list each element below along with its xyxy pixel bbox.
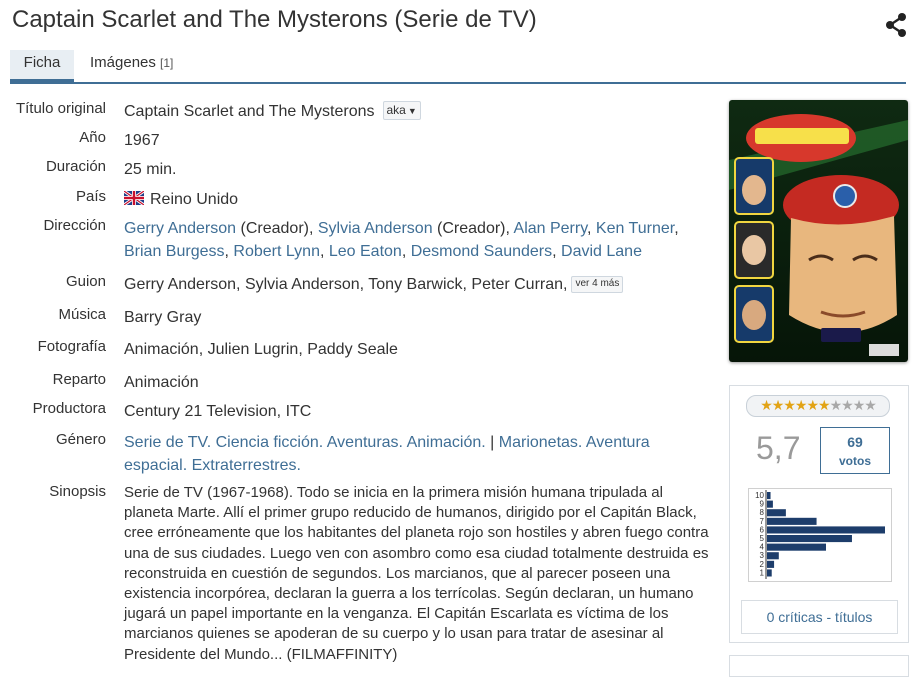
label-original-title: Título original xyxy=(15,100,106,117)
director-link[interactable]: Ken Turner xyxy=(596,220,674,237)
label-cast: Reparto xyxy=(52,371,106,388)
star-icon: ★ xyxy=(818,397,831,413)
rating-panel: ★★★★★★★★★★ 5,7 69 votos 10 9 8 7 6 5 4 3 2 1 0 cr… xyxy=(729,385,909,643)
label-genre: Género xyxy=(55,431,106,448)
label-direction: Dirección xyxy=(43,217,106,234)
poster-artwork xyxy=(729,100,908,362)
value-music: Barry Gray xyxy=(124,309,202,326)
genre-link[interactable]: Serie de TV. xyxy=(124,434,211,451)
share-icon[interactable] xyxy=(884,12,908,38)
value-year: 1967 xyxy=(124,132,160,149)
genre-link[interactable]: Animación. xyxy=(407,434,486,451)
value-direction: Gerry Anderson (Creador), Sylvia Anderso… xyxy=(124,217,714,263)
director-link[interactable]: Alan Perry xyxy=(514,220,588,237)
director-link[interactable]: Gerry Anderson xyxy=(124,220,236,237)
value-duration: 25 min. xyxy=(124,161,177,178)
value-synopsis: Serie de TV (1967-1968). Todo se inicia … xyxy=(124,484,709,663)
value-country: Reino Unido xyxy=(124,188,714,211)
tab-bar: Ficha Imágenes [1] xyxy=(10,50,906,84)
rating-histogram: 10987654321 xyxy=(748,488,892,582)
label-photography: Fotografía xyxy=(37,338,106,355)
label-duration: Duración xyxy=(45,158,106,175)
director-note: , xyxy=(674,220,679,237)
country-name: Reino Unido xyxy=(150,191,239,208)
director-link[interactable]: Sylvia Anderson xyxy=(318,220,433,237)
histogram-bar xyxy=(767,560,775,568)
value-producer: Century 21 Television, ITC xyxy=(124,403,312,420)
star-icon: ★ xyxy=(829,397,843,413)
label-synopsis: Sinopsis xyxy=(49,483,106,500)
genre-link[interactable]: Extraterrestres. xyxy=(192,457,301,474)
director-note: , xyxy=(319,243,329,260)
more-writers-button[interactable]: ver 4 más xyxy=(571,276,624,293)
histogram-bar xyxy=(767,535,852,543)
director-link[interactable]: Desmond Saunders xyxy=(411,243,552,260)
director-link[interactable]: Leo Eaton xyxy=(329,243,402,260)
histogram-bar xyxy=(767,492,771,500)
director-note: , xyxy=(587,220,596,237)
histogram-bar xyxy=(767,500,773,508)
star-icon: ★ xyxy=(852,397,866,413)
page-title: Captain Scarlet and The Mysterons (Serie… xyxy=(12,6,537,33)
director-link[interactable]: David Lane xyxy=(561,243,642,260)
tab-images[interactable]: Imágenes [1] xyxy=(90,50,173,80)
histogram-bar xyxy=(767,526,885,534)
votes-count: 69 xyxy=(847,434,863,450)
tab-images-count: [1] xyxy=(160,56,174,70)
value-photography: Animación, Julien Lugrin, Paddy Seale xyxy=(124,341,398,358)
label-year: Año xyxy=(79,129,106,146)
genre-link[interactable]: Aventuras. xyxy=(327,434,403,451)
value-cast: Animación xyxy=(124,374,199,391)
genre-link[interactable]: Marionetas. xyxy=(499,434,583,451)
director-note: , xyxy=(401,243,411,260)
star-icon: ★ xyxy=(771,397,785,413)
original-title-text: Captain Scarlet and The Mysterons xyxy=(124,103,375,120)
average-rating: 5,7 xyxy=(756,430,801,466)
director-note: (Creador), xyxy=(432,220,514,237)
value-original-title: Captain Scarlet and The Mysterons aka ▼ xyxy=(124,100,714,123)
uk-flag-icon xyxy=(124,191,144,205)
label-script: Guion xyxy=(65,273,106,290)
value-script: Gerry Anderson, Sylvia Anderson, Tony Ba… xyxy=(124,273,714,296)
star-icon: ★ xyxy=(806,397,819,413)
aka-label: aka xyxy=(386,103,406,117)
star-icon: ★ xyxy=(841,397,854,413)
caret-down-icon: ▼ xyxy=(407,106,417,116)
star-icon: ★ xyxy=(760,397,773,413)
star-icon: ★ xyxy=(794,397,808,413)
director-note: , xyxy=(552,243,562,260)
histogram-bar xyxy=(767,517,817,525)
value-genre: Serie de TV. Ciencia ficción. Aventuras.… xyxy=(124,431,714,477)
director-note: (Creador), xyxy=(236,220,318,237)
label-country: País xyxy=(75,188,106,205)
histogram-bar xyxy=(767,569,772,577)
director-link[interactable]: Brian Burgess xyxy=(124,243,225,260)
aka-dropdown[interactable]: aka ▼ xyxy=(382,101,421,120)
star-icon: ★ xyxy=(783,397,796,413)
label-producer: Productora xyxy=(32,400,106,417)
votes-label: votos xyxy=(838,454,871,468)
star-rating: ★★★★★★★★★★ xyxy=(746,395,890,417)
votes-button[interactable]: 69 votos xyxy=(820,427,890,474)
histogram-label: 1 xyxy=(760,568,765,577)
genre-separator: | xyxy=(485,434,499,451)
tab-ficha[interactable]: Ficha xyxy=(10,50,74,82)
script-names: Gerry Anderson, Sylvia Anderson, Tony Ba… xyxy=(124,276,568,293)
poster-image[interactable] xyxy=(729,100,908,362)
genre-link[interactable]: Ciencia ficción. xyxy=(216,434,324,451)
star-icon: ★ xyxy=(864,397,877,413)
director-link[interactable]: Robert Lynn xyxy=(233,243,320,260)
histogram-bar xyxy=(767,552,779,560)
label-music: Música xyxy=(58,306,106,323)
critics-link[interactable]: 0 críticas - títulos xyxy=(741,600,898,634)
histogram-bar xyxy=(767,543,826,551)
tab-images-label: Imágenes xyxy=(90,54,156,71)
next-panel xyxy=(729,655,909,677)
histogram-bar xyxy=(767,509,786,517)
